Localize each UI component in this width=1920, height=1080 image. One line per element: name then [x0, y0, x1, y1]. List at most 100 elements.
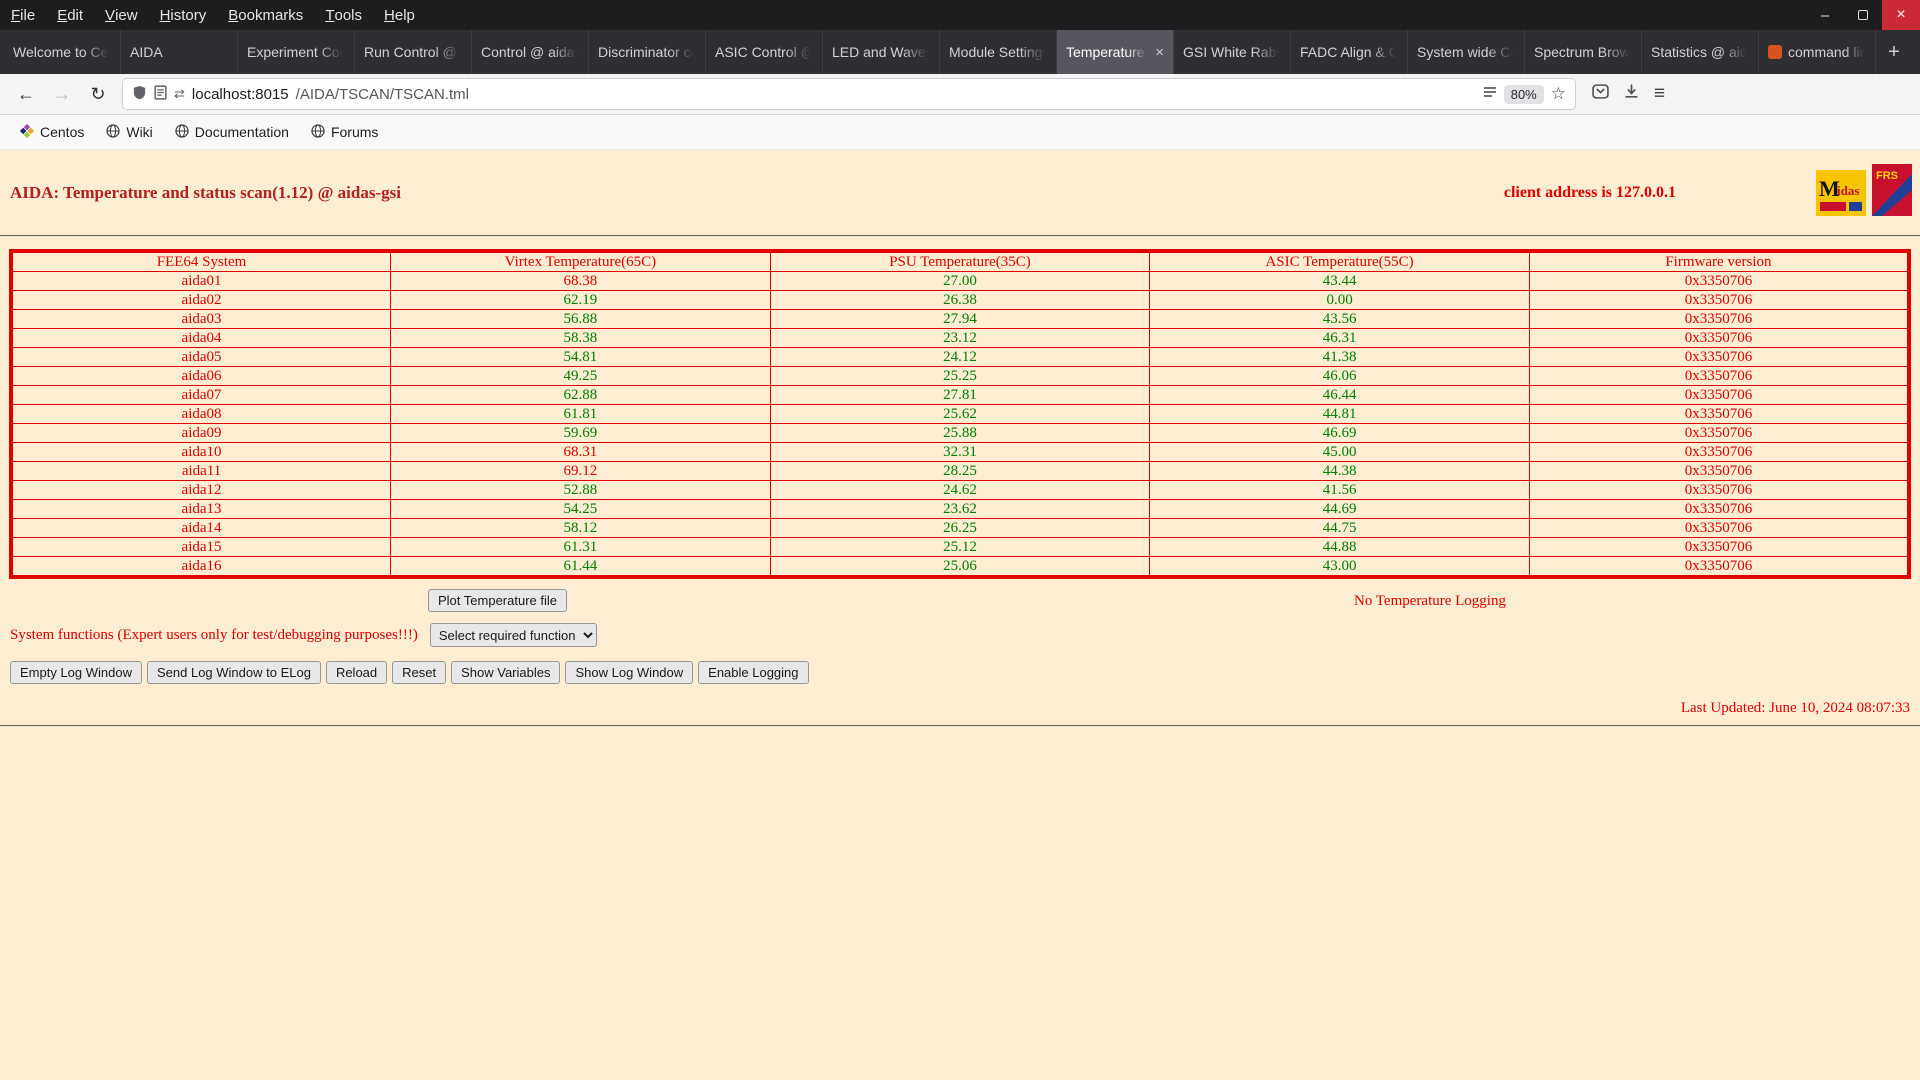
table-cell: 46.69	[1149, 423, 1530, 443]
enable-logging-button[interactable]: Enable Logging	[698, 661, 809, 684]
globe-icon	[175, 123, 189, 141]
table-cell: 69.12	[390, 461, 771, 481]
browser-tab[interactable]: Control @ aidas	[472, 30, 589, 74]
browser-tab[interactable]: Spectrum Brow	[1525, 30, 1642, 74]
back-button[interactable]: ←	[10, 78, 42, 110]
browser-tab[interactable]: Discriminator co	[589, 30, 706, 74]
table-cell: 25.62	[769, 404, 1151, 424]
window-menu-bar: File Edit View History Bookmarks Tools H…	[0, 0, 1920, 30]
page-content: AIDA: Temperature and status scan(1.12) …	[0, 150, 1920, 1080]
show-variables-button[interactable]: Show Variables	[451, 661, 561, 684]
table-row: aida16 61.44 25.06 43.00 0x3350706	[10, 556, 1910, 578]
table-cell: 58.38	[390, 328, 771, 348]
browser-tab[interactable]: System wide Co	[1408, 30, 1525, 74]
url-bar[interactable]: ⇄ localhost:8015/AIDA/TSCAN/TSCAN.tml 80…	[123, 79, 1575, 109]
new-tab-button[interactable]: +	[1876, 30, 1912, 74]
reload-page-button[interactable]: Reload	[325, 661, 388, 684]
browser-tab[interactable]: FADC Align & C	[1291, 30, 1408, 74]
maximize-icon[interactable]	[1844, 0, 1882, 30]
permissions-icon[interactable]: ⇄	[174, 86, 185, 102]
table-cell: 0x3350706	[1528, 328, 1910, 348]
empty-log-window-button[interactable]: Empty Log Window	[10, 661, 142, 684]
menu-file[interactable]: File	[0, 0, 46, 30]
menu-bookmarks[interactable]: Bookmarks	[217, 0, 314, 30]
bookmark-wiki[interactable]: Wiki	[98, 119, 160, 145]
zoom-level-badge[interactable]: 80%	[1503, 84, 1544, 104]
browser-tab[interactable]: Module Settings	[940, 30, 1057, 74]
function-select[interactable]: Select required function	[429, 623, 597, 647]
send-log-window-elog-button[interactable]: Send Log Window to ELog	[147, 661, 321, 684]
browser-tab[interactable]: LED and Wavefo	[823, 30, 940, 74]
browser-tab[interactable]: GSI White Rabb	[1174, 30, 1291, 74]
tracking-shield-icon[interactable]	[132, 85, 147, 104]
browser-tab[interactable]: Temperature sc ×	[1057, 30, 1174, 74]
browser-tab[interactable]: Statistics @ aid	[1642, 30, 1759, 74]
table-cell: 54.25	[390, 499, 771, 519]
table-cell: 0x3350706	[1528, 404, 1910, 424]
close-icon[interactable]: ×	[1882, 0, 1920, 30]
table-row: aida01 68.38 27.00 43.44 0x3350706	[10, 271, 1910, 291]
table-cell: 0x3350706	[1528, 290, 1910, 310]
show-log-window-button[interactable]: Show Log Window	[565, 661, 694, 684]
pocket-icon[interactable]	[1592, 83, 1609, 105]
plot-temperature-button[interactable]: Plot Temperature file	[428, 589, 567, 612]
table-cell: 28.25	[769, 461, 1151, 481]
site-info-icon[interactable]	[154, 84, 167, 104]
menu-help[interactable]: Help	[373, 0, 426, 30]
logging-status-text: No Temperature Logging	[1354, 593, 1506, 609]
bookmark-star-icon[interactable]: ☆	[1551, 84, 1566, 104]
svg-text:FRS: FRS	[1876, 170, 1898, 182]
browser-tab[interactable]: ASIC Control @	[706, 30, 823, 74]
bookmark-centos[interactable]: Centos	[12, 119, 92, 145]
table-row: aida12 52.88 24.62 41.56 0x3350706	[10, 480, 1910, 500]
tab-label: Statistics @ aid	[1651, 44, 1748, 60]
menu-tools[interactable]: Tools	[314, 0, 373, 30]
logos: Midas FRS	[1816, 164, 1912, 221]
tab-close-icon[interactable]: ×	[1155, 44, 1164, 61]
bookmark-forums[interactable]: Forums	[303, 119, 386, 145]
table-cell: 25.12	[769, 537, 1151, 557]
reset-button[interactable]: Reset	[392, 661, 447, 684]
bookmark-documentation[interactable]: Documentation	[167, 119, 297, 145]
table-cell: 0.00	[1149, 290, 1530, 310]
table-row: aida06 49.25 25.25 46.06 0x3350706	[10, 366, 1910, 386]
bookmark-label: Centos	[40, 124, 85, 140]
browser-tab[interactable]: Run Control @ a	[355, 30, 472, 74]
browser-tab[interactable]: command line	[1759, 30, 1876, 74]
minimize-icon[interactable]: –	[1806, 0, 1844, 30]
table-cell: 0x3350706	[1528, 309, 1910, 329]
column-header-firmware: Firmware version	[1528, 250, 1910, 272]
table-cell: 27.00	[769, 271, 1151, 291]
table-cell: aida14	[10, 518, 392, 538]
table-row: aida02 62.19 26.38 0.00 0x3350706	[10, 290, 1910, 310]
table-cell: aida01	[10, 271, 392, 291]
hamburger-menu-icon[interactable]: ≡	[1654, 83, 1665, 105]
table-row: aida03 56.88 27.94 43.56 0x3350706	[10, 309, 1910, 329]
table-cell: 41.38	[1149, 347, 1530, 367]
browser-tab[interactable]: AIDA	[121, 30, 238, 74]
table-cell: 43.44	[1149, 271, 1530, 291]
table-cell: 27.94	[769, 309, 1151, 329]
menu-edit[interactable]: Edit	[46, 0, 94, 30]
table-row: aida10 68.31 32.31 45.00 0x3350706	[10, 442, 1910, 462]
tab-label: GSI White Rabb	[1183, 44, 1281, 60]
reload-button[interactable]: ↻	[82, 78, 114, 110]
tab-label: Control @ aidas	[481, 44, 579, 60]
table-cell: 0x3350706	[1528, 366, 1910, 386]
navigation-toolbar: ← → ↻ ⇄ localhost:8015/AIDA/TSCAN/TSCAN.…	[0, 74, 1920, 115]
forward-button[interactable]: →	[46, 78, 78, 110]
reader-mode-icon[interactable]	[1483, 85, 1497, 103]
plus-icon: +	[1888, 40, 1900, 63]
tab-label: Module Settings	[949, 44, 1047, 60]
midas-logo: Midas	[1816, 170, 1866, 221]
table-cell: 44.88	[1149, 537, 1530, 557]
download-icon[interactable]	[1623, 83, 1640, 105]
menu-history[interactable]: History	[149, 0, 218, 30]
table-cell: 43.00	[1149, 556, 1530, 578]
browser-tab[interactable]: Experiment Con	[238, 30, 355, 74]
browser-tab[interactable]: Welcome to Cen	[4, 30, 121, 74]
menu-view[interactable]: View	[94, 0, 149, 30]
table-row: aida11 69.12 28.25 44.38 0x3350706	[10, 461, 1910, 481]
table-cell: 68.38	[390, 271, 771, 291]
table-cell: 61.31	[390, 537, 771, 557]
